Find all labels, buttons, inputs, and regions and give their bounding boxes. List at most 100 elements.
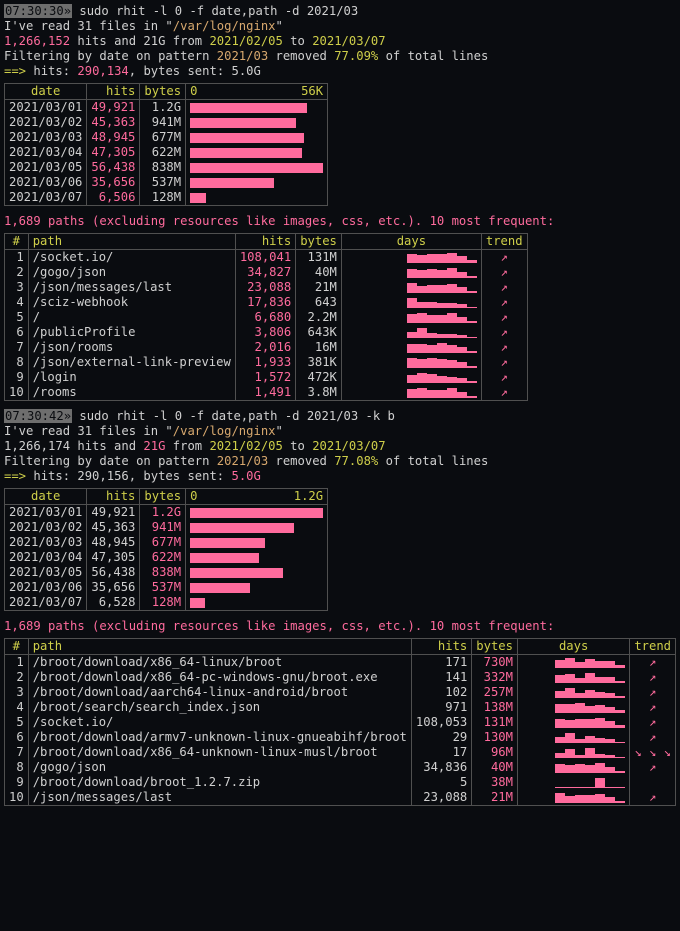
table-row: 3/broot/download/aarch64-linux-android/b… xyxy=(5,685,676,700)
cell-path: /rooms xyxy=(28,385,235,401)
cell-path: /gogo/json xyxy=(28,760,411,775)
cell-bar xyxy=(186,595,328,611)
cell-date: 2021/03/04 xyxy=(5,145,87,160)
table-row: 2/gogo/json34,82740M↗ xyxy=(5,265,528,280)
cell-bytes: 622M xyxy=(140,550,186,565)
col-hits: hits xyxy=(411,639,471,655)
cell-hits: 35,656 xyxy=(87,175,140,190)
col-scale: 01.2G xyxy=(186,489,328,505)
table-row: 10/rooms1,4913.8M↗ xyxy=(5,385,528,401)
cell-bytes: 537M xyxy=(140,580,186,595)
col-days: days xyxy=(341,234,481,250)
cell-date: 2021/03/06 xyxy=(5,580,87,595)
cell-idx: 10 xyxy=(5,790,29,806)
cell-days xyxy=(517,670,629,685)
cell-days xyxy=(517,775,629,790)
cell-bytes: 40M xyxy=(472,760,518,775)
cell-bar xyxy=(186,100,328,116)
cell-trend: ↗ xyxy=(481,265,527,280)
cell-date: 2021/03/06 xyxy=(5,175,87,190)
table-row: 2021/03/0447,305622M xyxy=(5,145,328,160)
cell-hits: 108,041 xyxy=(235,250,295,266)
cell-days xyxy=(517,715,629,730)
cell-path: /broot/download/aarch64-linux-android/br… xyxy=(28,685,411,700)
table-row: 6/publicProfile3,806643K↗ xyxy=(5,325,528,340)
cell-path: /socket.io/ xyxy=(28,715,411,730)
cell-idx: 4 xyxy=(5,700,29,715)
table-row: 2021/03/0149,9211.2G xyxy=(5,100,328,116)
cell-trend: ↗ xyxy=(481,280,527,295)
cell-bytes: 381K xyxy=(296,355,342,370)
table-row: 2021/03/0348,945677M xyxy=(5,130,328,145)
cell-trend: ↗ xyxy=(630,655,676,671)
cell-date: 2021/03/05 xyxy=(5,160,87,175)
cell-idx: 8 xyxy=(5,760,29,775)
cell-trend: ↗ xyxy=(630,790,676,806)
cell-date: 2021/03/03 xyxy=(5,535,87,550)
command-line: sudo rhit -l 0 -f date,path -d 2021/03 xyxy=(72,4,358,18)
totals-line: ==> hits: 290,156, bytes sent: 5.0G xyxy=(4,469,676,484)
cell-trend: ↗ xyxy=(481,370,527,385)
cell-days xyxy=(517,700,629,715)
col-hits: hits xyxy=(87,84,140,100)
table-row: 4/sciz-webhook17,836643↗ xyxy=(5,295,528,310)
cell-trend: ↗ xyxy=(630,685,676,700)
path-table-2: # path hits bytes days trend 1/broot/dow… xyxy=(4,638,676,806)
cell-hits: 49,921 xyxy=(87,100,140,116)
cell-days xyxy=(341,370,481,385)
cell-days xyxy=(517,655,629,671)
paths-summary-1: 1,689 paths (excluding resources like im… xyxy=(4,214,676,229)
col-date: date xyxy=(5,84,87,100)
cell-path: / xyxy=(28,310,235,325)
cell-bytes: 3.8M xyxy=(296,385,342,401)
table-row: 2021/03/0348,945677M xyxy=(5,535,328,550)
cell-bar xyxy=(186,130,328,145)
cell-path: /login xyxy=(28,370,235,385)
cell-bytes: 838M xyxy=(140,565,186,580)
cell-days xyxy=(341,310,481,325)
table-row: 2021/03/0635,656537M xyxy=(5,175,328,190)
cell-days xyxy=(517,745,629,760)
cell-idx: 2 xyxy=(5,265,29,280)
table-row: 2021/03/0447,305622M xyxy=(5,550,328,565)
table-row: 2021/03/0245,363941M xyxy=(5,115,328,130)
cell-hits: 5 xyxy=(411,775,471,790)
cell-trend: ↗ xyxy=(481,355,527,370)
cell-hits: 141 xyxy=(411,670,471,685)
hits-range: 1,266,152 hits and 21G from 2021/02/05 t… xyxy=(4,34,676,49)
col-idx: # xyxy=(5,639,29,655)
cell-bytes: 941M xyxy=(140,520,186,535)
col-trend: trend xyxy=(481,234,527,250)
cell-idx: 9 xyxy=(5,370,29,385)
cell-path: /json/messages/last xyxy=(28,790,411,806)
cell-bar xyxy=(186,505,328,521)
cell-hits: 171 xyxy=(411,655,471,671)
cell-bytes: 1.2G xyxy=(140,505,186,521)
cell-bytes: 38M xyxy=(472,775,518,790)
col-path: path xyxy=(28,234,235,250)
col-bytes: bytes xyxy=(296,234,342,250)
table-row: 2021/03/076,528128M xyxy=(5,595,328,611)
cell-trend: ↗ xyxy=(481,340,527,355)
cell-path: /socket.io/ xyxy=(28,250,235,266)
cell-bytes: 643 xyxy=(296,295,342,310)
cell-idx: 3 xyxy=(5,685,29,700)
table-row: 2021/03/0635,656537M xyxy=(5,580,328,595)
cell-bytes: 131M xyxy=(472,715,518,730)
cell-hits: 47,305 xyxy=(87,550,140,565)
cell-trend: ↗ xyxy=(630,700,676,715)
cell-idx: 5 xyxy=(5,715,29,730)
cell-trend xyxy=(630,775,676,790)
cell-hits: 1,933 xyxy=(235,355,295,370)
cell-bytes: 677M xyxy=(140,130,186,145)
cell-bytes: 16M xyxy=(296,340,342,355)
cell-days xyxy=(341,325,481,340)
cell-trend: ↗ xyxy=(481,325,527,340)
hits-range: 1,266,174 hits and 21G from 2021/02/05 t… xyxy=(4,439,676,454)
col-trend: trend xyxy=(630,639,676,655)
cell-bytes: 730M xyxy=(472,655,518,671)
cell-days xyxy=(341,340,481,355)
cell-path: /json/external-link-preview xyxy=(28,355,235,370)
cell-trend: ↗ xyxy=(630,670,676,685)
cell-bytes: 941M xyxy=(140,115,186,130)
